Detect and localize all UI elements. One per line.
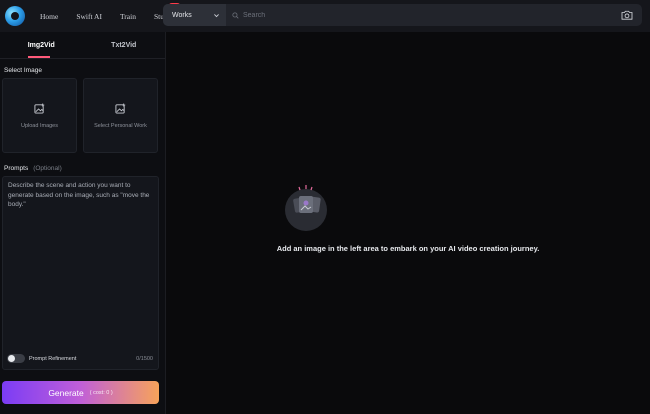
left-panel: Img2Vid Txt2Vid Select Image Upload Imag… bbox=[0, 32, 166, 414]
empty-state-illustration-icon bbox=[285, 185, 327, 231]
prompt-footer: Prompt Refinement 0/1500 bbox=[7, 354, 153, 363]
generate-button[interactable]: Generate ( cost: 0 ) bbox=[2, 381, 159, 404]
image-source-cards: Upload Images Select Personal Work bbox=[2, 78, 158, 153]
prompt-refinement-toggle[interactable] bbox=[7, 354, 25, 363]
top-navigation-bar: Home Swift AI Train Studio hot Works bbox=[0, 0, 650, 32]
chevron-down-icon bbox=[214, 13, 219, 17]
select-personal-work-card[interactable]: Select Personal Work bbox=[83, 78, 158, 153]
prompts-optional-label: (Optional) bbox=[33, 165, 62, 172]
search-input[interactable] bbox=[243, 11, 621, 19]
app-logo[interactable] bbox=[5, 6, 25, 26]
camera-icon[interactable] bbox=[621, 10, 633, 20]
prompts-heading: Prompts (Optional) bbox=[2, 165, 62, 172]
prompt-textarea[interactable]: Describe the scene and action you want t… bbox=[2, 176, 159, 370]
generate-label: Generate bbox=[48, 387, 84, 398]
preview-area bbox=[166, 32, 650, 414]
nav-train[interactable]: Train bbox=[120, 12, 136, 21]
prompt-refinement-control: Prompt Refinement bbox=[7, 354, 76, 363]
character-count: 0/1500 bbox=[136, 355, 153, 362]
prompt-placeholder: Describe the scene and action you want t… bbox=[8, 182, 150, 208]
toggle-knob bbox=[8, 355, 15, 362]
prompts-label: Prompts bbox=[4, 165, 29, 172]
mode-tabs: Img2Vid Txt2Vid bbox=[0, 32, 165, 59]
select-image-label: Select Image bbox=[4, 67, 42, 74]
image-icon bbox=[115, 102, 126, 114]
select-personal-work-label: Select Personal Work bbox=[94, 122, 147, 129]
search-scope-dropdown[interactable]: Works bbox=[163, 4, 226, 26]
search-scope-value: Works bbox=[172, 11, 192, 19]
upload-images-card[interactable]: Upload Images bbox=[2, 78, 77, 153]
nav-swift-ai[interactable]: Swift AI bbox=[76, 12, 102, 21]
search-icon bbox=[232, 11, 239, 19]
upload-images-label: Upload Images bbox=[21, 122, 58, 129]
tab-txt2vid[interactable]: Txt2Vid bbox=[83, 32, 166, 58]
empty-state-message: Add an image in the left area to embark … bbox=[276, 244, 540, 253]
search-bar: Works bbox=[163, 4, 642, 26]
nav-home[interactable]: Home bbox=[40, 12, 58, 21]
prompt-refinement-label: Prompt Refinement bbox=[29, 355, 77, 362]
tab-img2vid[interactable]: Img2Vid bbox=[0, 32, 83, 58]
image-upload-icon bbox=[34, 102, 45, 114]
generate-cost: ( cost: 0 ) bbox=[89, 389, 113, 396]
